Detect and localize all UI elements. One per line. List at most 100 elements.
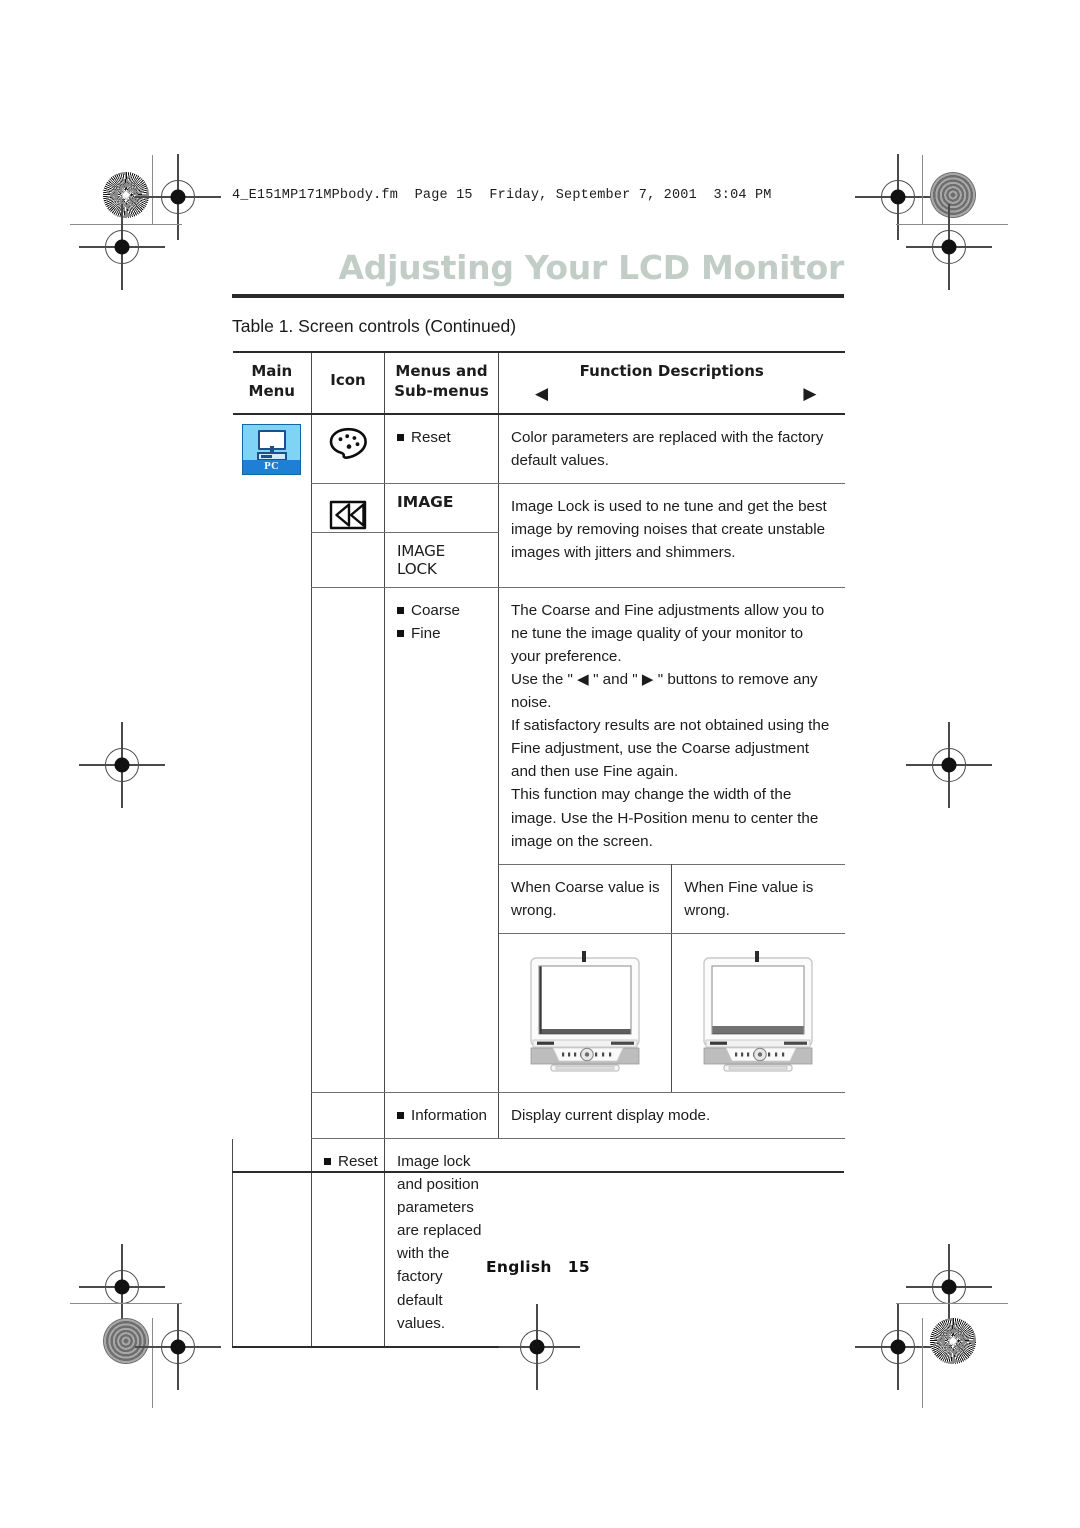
submenu-item-reset[interactable]: Reset [397,426,488,449]
example-caption-cell-coarse: When Coarse value is wrong. [499,863,673,934]
example-comparison-table: When Coarse value is wrong. When Fine va… [499,863,845,1092]
description-cell-color-reset: Color parameters are replaced with the f… [498,413,845,484]
crop-line-left-top-h [70,224,182,226]
description-cell-information: Display current display mode. [498,1092,845,1140]
example-image-row [499,933,845,1092]
submenu-label: Information [411,1106,487,1124]
concentric-mark-bottom-left [103,1318,149,1364]
bullet-square-icon [397,1111,404,1119]
palette-icon [329,427,367,459]
description-cell-image-lock: Image Lock is used to ne tune and get th… [498,483,845,588]
desc-paragraph-2: Use the " ◀ " and " ▶ " buttons to remov… [511,670,818,712]
desc-paragraph-4: This function may change the width of th… [511,786,819,850]
left-arrow-icon: ◀ [535,383,549,404]
table-row-image-reset: Reset Image lock and position parameters… [232,1138,845,1348]
example-image-cell-coarse [499,933,673,1092]
source-file-strip: 4_E151MP171MPbody.fm Page 15 Friday, Sep… [232,188,772,203]
submenu-label: Reset [338,1153,378,1170]
title-rule [232,294,844,298]
description-cell-image-reset: Image lock and position parameters are r… [384,1138,499,1348]
main-menu-cell: PC [233,414,312,1139]
page-title: Adjusting Your LCD Monitor [338,248,845,287]
submenu-label: Reset [411,428,451,446]
submenu-item-coarse[interactable]: Coarse [397,599,488,622]
menus-cell-reset: Reset [384,413,499,484]
crosshair-mark-right-lower [906,1244,992,1330]
table-caption: Table 1. Screen controls (Continued) [232,316,517,336]
crop-line-right-top-h [896,224,1008,226]
crop-line-bottom-right-v [922,1318,924,1408]
coarse-fine-description: The Coarse and Fine adjustments allow yo… [499,588,845,864]
function-descriptions-label: Function Descriptions [579,362,764,380]
menus-cell-information: Information [384,1092,499,1140]
monitor-illustration-fine [672,934,844,1092]
monitor-illustration-coarse [499,934,671,1092]
menus-label-line2: Sub-menus [394,381,489,400]
pc-icon-label: PC [243,459,301,474]
crop-line-right-bottom-h [896,1303,1008,1305]
example-image-cell-fine [672,933,845,1092]
crosshair-mark-right-middle [906,722,992,808]
icon-cell-empty-reset [232,1138,312,1348]
crt-monitor-icon [703,950,814,1072]
column-header-icon: Icon [311,351,385,415]
main-menu-label-line1: Main [251,362,293,380]
table-row-color-reset: PC Reset Color parameters are replaced w… [233,413,845,484]
column-header-function-descriptions: Function Descriptions ◀ ▶ [498,351,845,415]
column-header-main-menu: Main Menu [232,351,312,415]
desc-paragraph-1: The Coarse and Fine adjustments allow yo… [511,601,825,665]
icon-cell-image-lock [311,483,385,533]
description-cell-coarse-fine: The Coarse and Fine adjustments allow yo… [498,587,845,1093]
crop-line-top-left-v [152,155,154,225]
crop-line-bottom-left-v [152,1318,154,1408]
submenu-item-reset[interactable]: Reset [324,1150,378,1173]
menu-label-image[interactable]: IMAGE [397,493,488,511]
table-header-row: Main Menu Icon Menus and Sub-menus Funct… [232,351,845,415]
bullet-square-icon [397,629,404,637]
crosshair-mark-bottom-left-lower [135,1304,221,1390]
submenu-item-fine[interactable]: Fine [397,622,488,645]
starburst-mark-top-left [103,172,149,218]
submenu-label: Coarse [411,601,460,619]
icon-cell-empty-information [311,1092,385,1140]
starburst-mark-bottom-right [930,1318,976,1364]
footer-language: English [486,1258,552,1276]
table-bottom-rule [232,1171,844,1174]
table-row-information: Information Display current display mode… [233,1092,845,1140]
bullet-square-icon [397,606,404,614]
right-arrow-icon: ▶ [803,383,817,404]
crosshair-mark-top-left-upper [135,154,221,240]
crosshair-mark-right-upper [906,204,992,290]
icon-cell-empty-coarse-fine [311,587,385,1093]
concentric-mark-top-right [930,172,976,218]
crosshair-mark-left-upper [79,204,165,290]
example-caption-coarse: When Coarse value is wrong. [511,878,660,919]
menus-cell-image-reset: Reset [311,1138,385,1348]
crosshair-mark-left-lower [79,1244,165,1330]
menu-label-image-lock[interactable]: IMAGE LOCK [397,542,488,578]
menus-label-line1: Menus and [395,362,488,380]
page-footer: English 15 [232,1258,844,1276]
example-caption-cell-fine: When Fine value is wrong. [671,863,845,934]
crosshair-mark-left-middle [79,722,165,808]
icon-label: Icon [330,371,366,389]
desc-paragraph-3: If satisfactory results are not obtained… [511,717,830,781]
bullet-square-icon [324,1158,331,1165]
bullet-square-icon [397,433,404,441]
table-row-coarse-fine: Coarse Fine The Coarse and Fine adjustme… [233,587,845,1093]
submenu-label: Fine [411,624,441,642]
submenu-item-information[interactable]: Information [397,1104,488,1127]
pc-monitor-icon: PC [242,423,302,475]
menus-cell-coarse-fine: Coarse Fine [384,587,499,1093]
example-caption-fine: When Fine value is wrong. [684,878,814,919]
icon-cell-palette [311,413,385,484]
table-row-image-lock: IMAGE Image Lock is used to ne tune and … [233,483,845,588]
crop-line-left-bottom-h [70,1303,182,1305]
screen-controls-table: Main Menu Icon Menus and Sub-menus Funct… [232,351,845,1348]
menus-cell-image-lock: IMAGE LOCK [384,532,499,588]
footer-page-number: 15 [567,1258,590,1276]
crop-line-top-right-v [922,155,924,225]
column-header-menus-submenus: Menus and Sub-menus [384,351,499,415]
crt-monitor-icon [530,950,640,1072]
example-caption-row: When Coarse value is wrong. When Fine va… [499,863,845,934]
